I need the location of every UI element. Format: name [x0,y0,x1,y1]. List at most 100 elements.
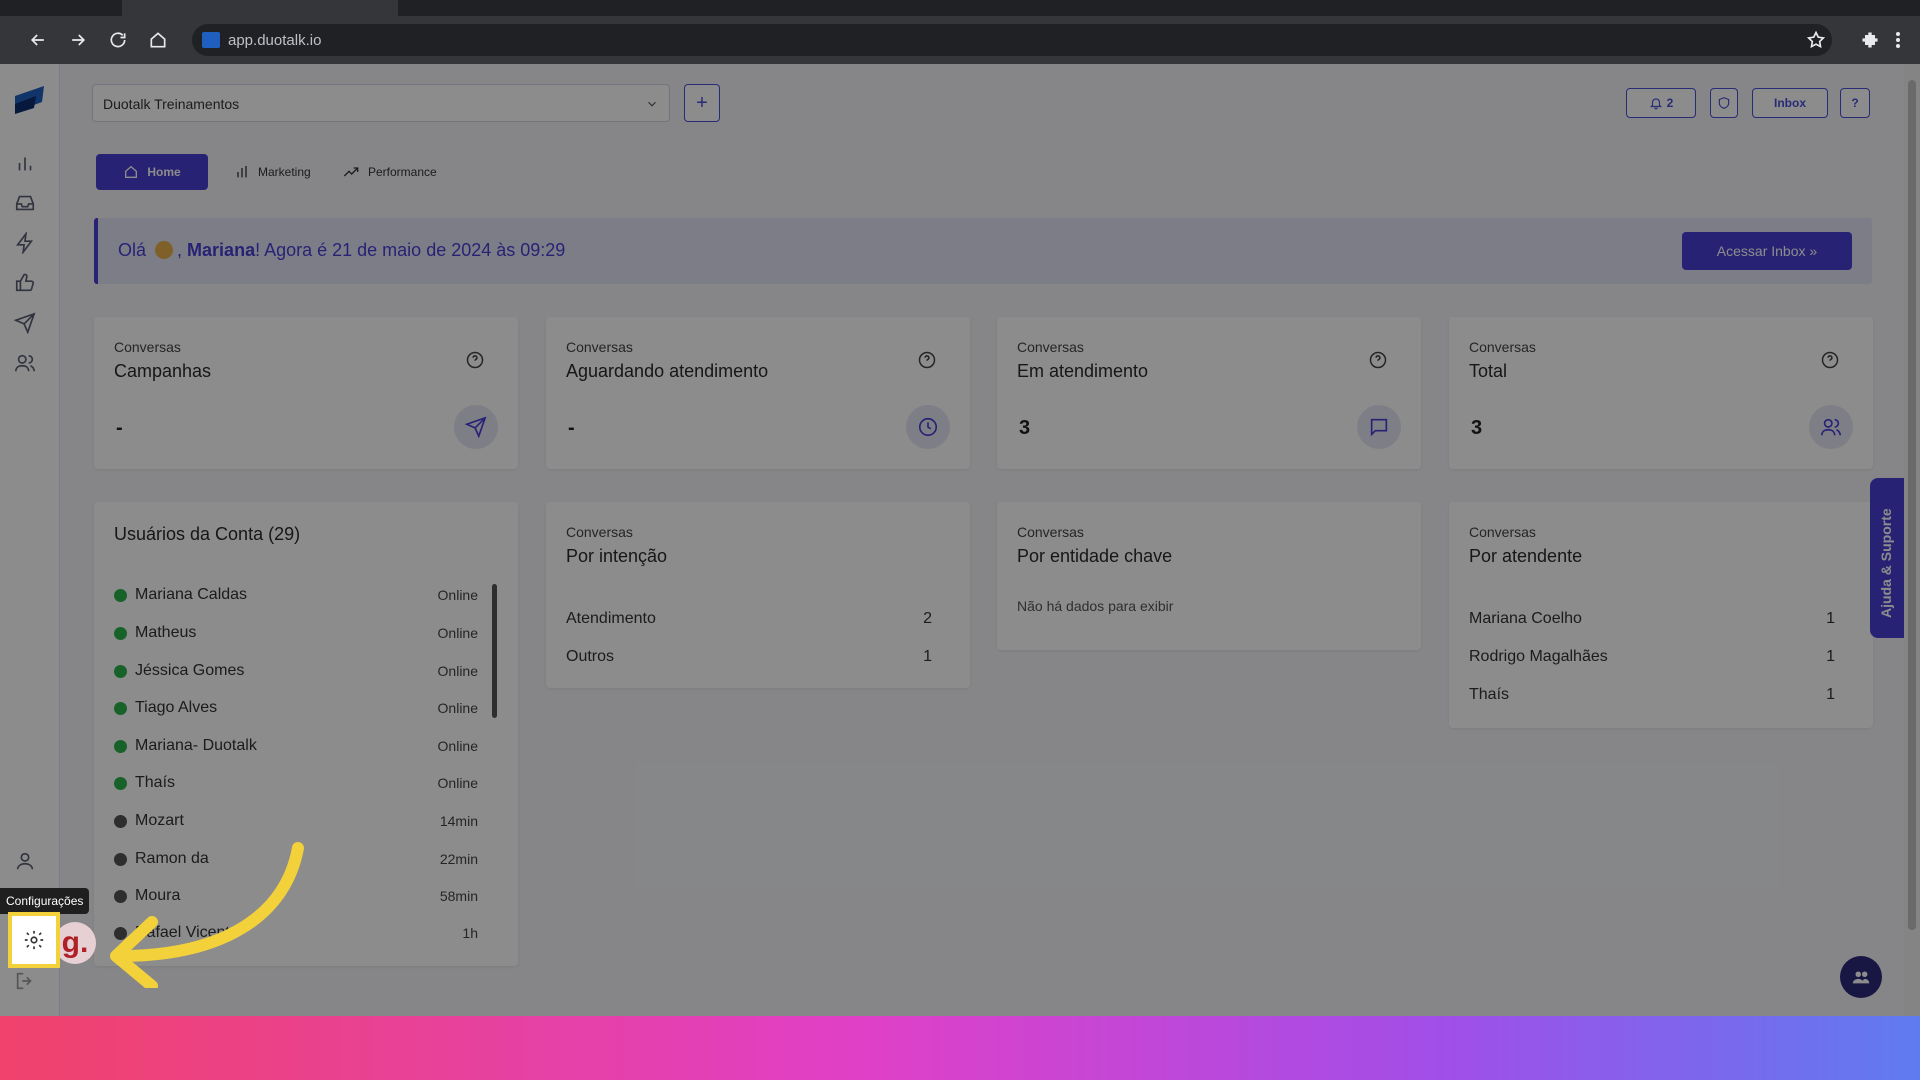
intent-value: 1 [923,648,932,665]
team-icon [1852,971,1870,984]
user-row[interactable]: Matheus Online [114,624,478,642]
online-dot [114,588,127,602]
card-por-intencao: Conversas Por intenção Atendimento 2 Outr… [546,502,970,688]
stat-title: Aguardando atendimento [566,361,769,381]
tab-marketing[interactable]: Marketing [234,154,311,190]
user-status: Online [437,663,478,679]
help-circle-icon[interactable] [466,351,484,369]
settings-button[interactable] [8,912,60,968]
logout-icon[interactable] [14,970,36,992]
user-row[interactable]: Mozart 14min [114,812,478,830]
agent-count: 1 [1826,648,1835,665]
stat-card-total: Conversas Total 3 [1449,317,1873,469]
stat-value: - [568,417,575,439]
empty-state-text: Não há dados para exibir [1017,598,1174,614]
bookmark-star-icon[interactable] [1806,30,1826,50]
extensions-icon[interactable] [1860,30,1880,50]
help-circle-icon[interactable] [918,351,936,369]
help-circle-icon[interactable] [1821,351,1839,369]
user-row[interactable]: Thaís Online [114,774,478,792]
user-name: Thaís [135,774,176,791]
help-circle-icon[interactable] [1369,351,1387,369]
contacts-icon[interactable] [14,352,36,374]
card-kicker: Conversas [1469,524,1536,540]
lightning-icon[interactable] [14,230,36,256]
page-scrollbar-thumb[interactable] [1908,80,1916,930]
browser-menu-icon[interactable] [1894,30,1902,50]
card-kicker: Conversas [1017,524,1084,540]
greeting-name: Mariana [187,240,256,260]
users-scrollbar[interactable] [492,584,497,718]
greeting-text: Olá , Mariana! Agora é 21 de maio de 202… [118,240,566,260]
clock-icon [906,405,950,449]
user-row[interactable]: Mariana- Duotalk Online [114,737,478,755]
user-row[interactable]: Mariana Caldas Online [114,586,478,604]
team-chat-button[interactable] [1840,956,1882,998]
agent-row: Thaís 1 [1469,686,1835,704]
tab-performance-label: Performance [368,165,437,179]
user-row[interactable]: Tiago Alves Online [114,699,478,717]
browser-tabbar [0,0,1920,16]
home-tab-icon [125,165,138,178]
home-icon[interactable] [146,28,170,52]
trend-up-icon [343,167,359,177]
back-icon[interactable] [26,28,50,52]
card-title: Por intenção [566,546,668,566]
agent-count: 1 [1826,686,1835,703]
dashboard-chart-icon[interactable] [14,152,36,174]
greeting-prefix: Olá [118,240,147,260]
thumbs-up-icon[interactable] [14,272,36,294]
user-name: Mariana Caldas [135,586,248,603]
company-select[interactable]: Duotalk Treinamentos [92,84,670,122]
browser-tab[interactable] [122,0,398,16]
agent-name: Mariana Coelho [1469,610,1582,627]
tab-home[interactable]: Home [96,154,208,190]
inbox-icon[interactable] [14,192,36,214]
card-title: Por atendente [1469,546,1583,566]
profile-icon[interactable] [14,850,36,872]
user-status: 14min [439,813,478,829]
user-row[interactable]: Jéssica Gomes Online [114,662,478,680]
user-name: Tiago Alves [135,699,218,716]
shield-button[interactable] [1710,88,1738,118]
user-name: Mozart [135,812,184,829]
user-status: Online [437,625,478,641]
bell-icon [1649,98,1662,110]
greeting-banner: Olá , Mariana! Agora é 21 de maio de 202… [94,218,1872,284]
card-por-atendente: Conversas Por atendente Mariana Coelho 1 … [1449,502,1873,728]
inbox-button[interactable]: Inbox [1752,88,1828,118]
tab-performance[interactable]: Performance [342,154,437,190]
chevron-down-icon [648,101,656,107]
settings-tooltip: Configurações [0,888,90,914]
agent-row: Rodrigo Magalhães 1 [1469,648,1835,666]
online-dot [114,701,127,715]
greeting-date: ! Agora é 21 de maio de 2024 às 09:29 [255,240,566,260]
tutorial-arrow-icon [110,842,304,988]
agent-count: 1 [1826,610,1835,627]
reload-icon[interactable] [106,28,130,52]
card-title: Por entidade chave [1017,546,1173,566]
forward-icon[interactable] [66,28,90,52]
stat-card-aguardando: Conversas Aguardando atendimento - [546,317,970,469]
stat-kicker: Conversas [114,339,181,355]
user-status: Online [437,775,478,791]
agent-name: Thaís [1469,686,1510,703]
stat-card-em-atendimento: Conversas Em atendimento 3 [997,317,1421,469]
access-inbox-button[interactable]: Acessar Inbox » [1682,232,1852,270]
shield-icon [1718,97,1730,109]
help-button[interactable]: ? [1840,88,1870,118]
notifications-button[interactable]: 2 [1626,88,1696,118]
user-name: Jéssica Gomes [135,662,245,679]
add-company-button[interactable]: + [684,84,720,122]
intent-row: Atendimento 2 [566,610,932,628]
help-support-label: Ajuda & Suporte [1878,508,1894,618]
duotalk-logo [15,86,44,114]
stat-value: 3 [1019,417,1031,439]
intent-label: Outros [566,648,615,665]
stat-kicker: Conversas [1017,339,1084,355]
send-icon [454,405,498,449]
agent-name: Rodrigo Magalhães [1469,648,1608,665]
card-kicker: Conversas [566,524,633,540]
address-bar[interactable]: app.duotalk.io [192,24,1832,56]
send-nav-icon[interactable] [13,312,36,335]
